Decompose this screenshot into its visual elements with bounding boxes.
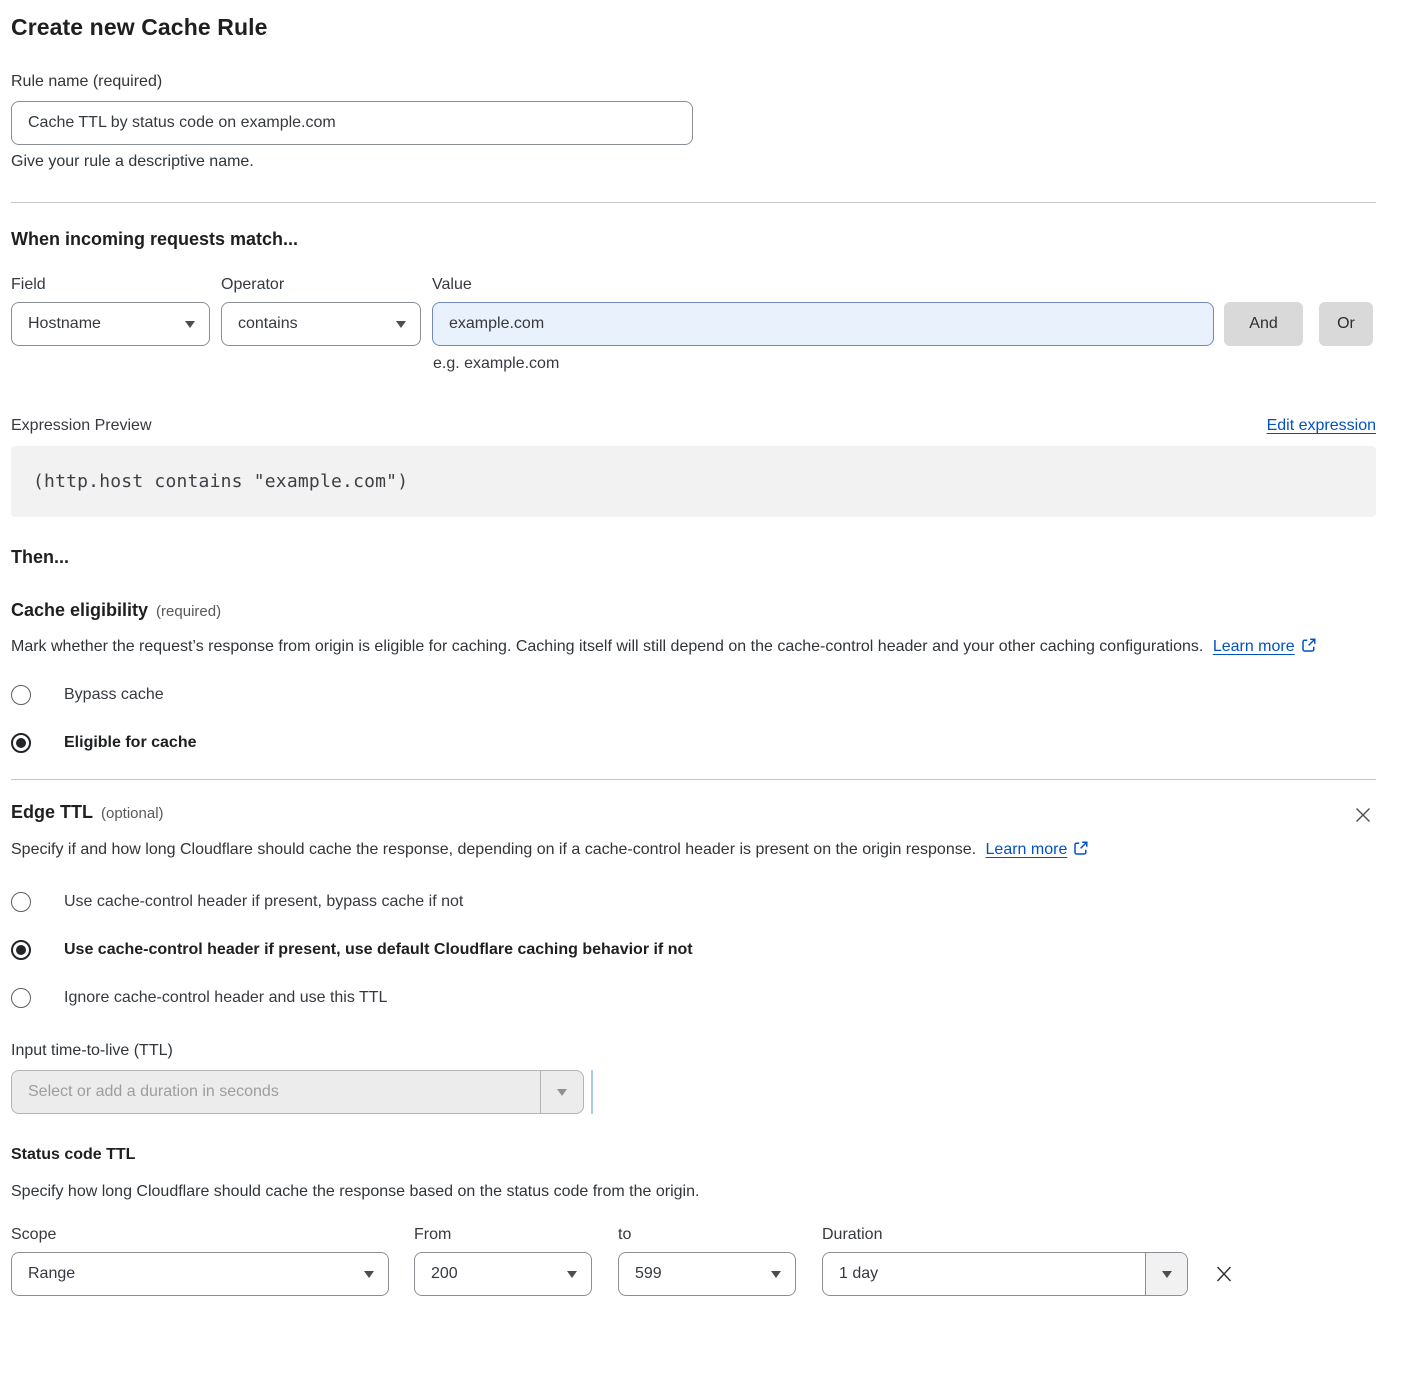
edge-ttl-heading: Edge TTL	[11, 802, 93, 822]
edge-ttl-description-text: Specify if and how long Cloudflare shoul…	[11, 841, 976, 858]
or-button[interactable]: Or	[1319, 302, 1373, 346]
dropdown-arrow-button[interactable]	[1145, 1253, 1187, 1295]
then-heading: Then...	[11, 547, 1376, 568]
value-input[interactable]	[432, 302, 1214, 346]
edge-ttl-learn-more-link[interactable]: Learn more	[986, 841, 1068, 858]
text-cursor-bar	[591, 1070, 593, 1114]
radio-eligible-for-cache[interactable]: Eligible for cache	[11, 733, 1376, 753]
radio-use-header-bypass[interactable]: Use cache-control header if present, byp…	[11, 892, 1376, 912]
field-select[interactable]: Hostname	[11, 302, 210, 346]
rule-name-input[interactable]	[11, 101, 693, 145]
scope-select[interactable]: Range	[11, 1252, 389, 1296]
delete-row-icon[interactable]	[1212, 1262, 1236, 1286]
radio-circle-icon[interactable]	[11, 988, 31, 1008]
chevron-down-icon	[364, 1271, 374, 1278]
required-badge: (required)	[156, 603, 221, 620]
field-select-value: Hostname	[28, 315, 101, 333]
from-select-value: 200	[431, 1265, 458, 1283]
and-button[interactable]: And	[1224, 302, 1303, 346]
duration-label: Duration	[822, 1226, 882, 1244]
cache-eligibility-description: Mark whether the request’s response from…	[11, 633, 1356, 663]
radio-circle-icon[interactable]	[11, 892, 31, 912]
duration-select-value: 1 day	[823, 1253, 1145, 1295]
status-code-ttl-description: Specify how long Cloudflare should cache…	[11, 1178, 1376, 1206]
ttl-duration-select[interactable]: Select or add a duration in seconds	[11, 1070, 584, 1114]
value-label: Value	[432, 276, 472, 294]
radio-label: Bypass cache	[64, 686, 164, 704]
value-help: e.g. example.com	[11, 355, 1376, 373]
radio-circle-checked-icon[interactable]	[11, 940, 31, 960]
chevron-down-icon	[567, 1271, 577, 1278]
section-divider	[11, 202, 1376, 203]
operator-label: Operator	[221, 276, 432, 294]
duration-select[interactable]: 1 day	[822, 1252, 1188, 1296]
chevron-down-icon	[185, 321, 195, 328]
to-select-value: 599	[635, 1265, 662, 1283]
chevron-down-icon	[557, 1089, 567, 1096]
cache-eligibility-heading: Cache eligibility	[11, 600, 148, 620]
from-select[interactable]: 200	[414, 1252, 592, 1296]
to-select[interactable]: 599	[618, 1252, 796, 1296]
from-label: From	[414, 1226, 618, 1244]
operator-select-value: contains	[238, 315, 298, 333]
expression-code-text: (http.host contains "example.com")	[33, 471, 408, 492]
radio-label: Use cache-control header if present, byp…	[64, 893, 463, 911]
ttl-input-label: Input time-to-live (TTL)	[11, 1042, 1376, 1060]
chevron-down-icon	[771, 1271, 781, 1278]
chevron-down-icon	[396, 321, 406, 328]
edit-expression-link[interactable]: Edit expression	[1267, 417, 1376, 435]
radio-circle-checked-icon[interactable]	[11, 733, 31, 753]
expression-preview-code: (http.host contains "example.com")	[11, 446, 1376, 517]
external-link-icon	[1301, 635, 1317, 663]
rule-name-label: Rule name (required)	[11, 73, 1376, 91]
radio-label: Ignore cache-control header and use this…	[64, 989, 387, 1007]
ttl-duration-placeholder: Select or add a duration in seconds	[12, 1083, 540, 1101]
section-divider	[11, 779, 1376, 780]
dropdown-arrow-button[interactable]	[540, 1071, 583, 1113]
create-cache-rule-form: Create new Cache Rule Rule name (require…	[0, 0, 1412, 1296]
radio-circle-icon[interactable]	[11, 685, 31, 705]
field-label: Field	[11, 276, 221, 294]
close-icon[interactable]	[1350, 802, 1376, 828]
scope-label: Scope	[11, 1226, 414, 1244]
edge-ttl-description: Specify if and how long Cloudflare shoul…	[11, 836, 1116, 866]
scope-select-value: Range	[28, 1265, 75, 1283]
optional-badge: (optional)	[101, 805, 164, 822]
match-heading: When incoming requests match...	[11, 229, 1376, 250]
to-label: to	[618, 1226, 822, 1244]
expression-preview-label: Expression Preview	[11, 417, 152, 435]
status-code-ttl-heading: Status code TTL	[11, 1146, 1376, 1164]
radio-ignore-header[interactable]: Ignore cache-control header and use this…	[11, 988, 1376, 1008]
cache-eligibility-learn-more-link[interactable]: Learn more	[1213, 638, 1295, 655]
radio-label: Use cache-control header if present, use…	[64, 941, 693, 959]
cache-eligibility-description-text: Mark whether the request’s response from…	[11, 638, 1203, 655]
page-title: Create new Cache Rule	[11, 14, 1376, 41]
chevron-down-icon	[1162, 1271, 1172, 1278]
rule-name-help: Give your rule a descriptive name.	[11, 153, 1376, 171]
external-link-icon	[1073, 838, 1089, 866]
radio-bypass-cache[interactable]: Bypass cache	[11, 685, 1376, 705]
radio-label: Eligible for cache	[64, 734, 196, 752]
radio-use-header-default[interactable]: Use cache-control header if present, use…	[11, 940, 1376, 960]
operator-select[interactable]: contains	[221, 302, 421, 346]
